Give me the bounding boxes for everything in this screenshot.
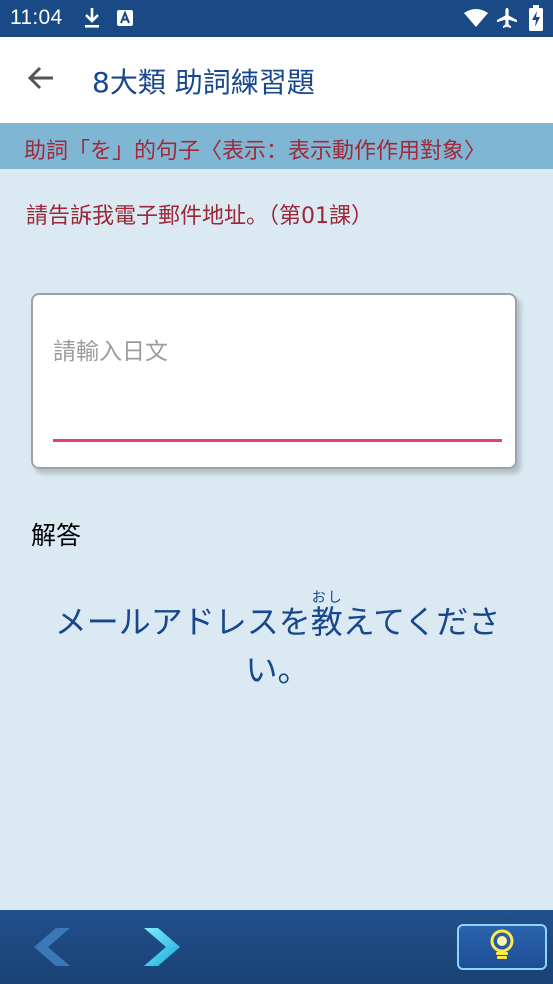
answer-text-before: メールアドレスを: [54, 603, 311, 641]
previous-button[interactable]: [26, 924, 78, 970]
bottom-nav-bar: [0, 910, 553, 984]
answer-input[interactable]: [53, 335, 501, 369]
battery-charging-icon: [529, 5, 543, 35]
page-title: 8大類 助詞練習題: [92, 66, 315, 99]
input-underline: [53, 439, 502, 442]
status-time: 11:04: [10, 6, 63, 29]
app-bar: 8大類 助詞練習題: [0, 37, 553, 123]
category-label: 助詞「を」的句子〈表示：表示動作作用對象〉: [24, 139, 487, 164]
answer-input-card: [31, 293, 517, 469]
airplane-mode-icon: [496, 7, 518, 33]
back-button[interactable]: [16, 57, 66, 103]
arrow-left-icon: [26, 63, 56, 97]
question-prompt: 請告訴我電子郵件地址。（第01課）: [26, 204, 373, 229]
answer-kanji: 教: [310, 603, 343, 641]
answer-furigana: おし: [310, 590, 343, 606]
answer-label: 解答: [31, 521, 82, 550]
lightbulb-icon: [488, 928, 516, 966]
wifi-icon: [463, 8, 489, 32]
category-bar: 助詞「を」的句子〈表示：表示動作作用對象〉: [0, 123, 553, 169]
answer-sentence: メールアドレスを教おしえてください。: [30, 590, 525, 694]
next-button[interactable]: [136, 924, 188, 970]
status-bar: 11:04: [0, 0, 553, 37]
chevron-left-icon: [26, 928, 78, 974]
download-icon: [82, 6, 102, 34]
chevron-right-icon: [136, 928, 188, 974]
answer-kanji-ruby: 教おし: [310, 590, 343, 641]
text-icon: [116, 9, 134, 31]
hint-button[interactable]: [457, 924, 547, 970]
